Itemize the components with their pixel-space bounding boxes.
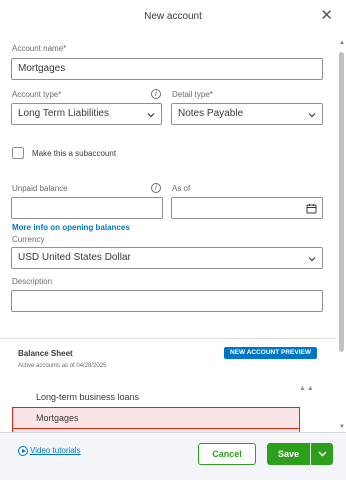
info-icon[interactable]: i <box>151 89 161 99</box>
save-options-button[interactable] <box>311 443 333 465</box>
video-tutorials-link[interactable]: Video tutorials <box>30 446 81 455</box>
as-of-date-input[interactable] <box>171 197 323 219</box>
info-icon[interactable]: i <box>151 183 161 193</box>
scrollbar-thumb[interactable] <box>339 52 344 352</box>
close-icon[interactable]: ✕ <box>320 7 333 25</box>
as-of-label: As of <box>172 184 191 193</box>
currency-label: Currency <box>12 235 45 244</box>
subaccount-label: Make this a subaccount <box>32 149 117 158</box>
account-type-select[interactable]: Long Term Liabilities <box>11 103 162 125</box>
opening-balances-link[interactable]: More info on opening balances <box>12 223 130 232</box>
account-name-label: Account name* <box>12 44 67 53</box>
calendar-icon[interactable] <box>306 203 317 214</box>
new-account-preview-badge: NEW ACCOUNT PREVIEW <box>224 347 317 359</box>
balance-sheet-title: Balance Sheet <box>18 349 73 358</box>
selected-list-item: Mortgages <box>12 407 300 429</box>
currency-select[interactable]: USD United States Dollar <box>11 247 323 269</box>
list-item-label: Mortgages <box>36 413 79 423</box>
currency-value: USD United States Dollar <box>18 252 131 263</box>
description-input[interactable] <box>11 290 323 312</box>
save-button[interactable]: Save <box>267 443 310 465</box>
balance-sheet-subtitle: Active accounts as of 04/28/2025 <box>18 363 107 369</box>
detail-type-label: Detail type* <box>172 90 213 99</box>
play-icon <box>18 446 28 456</box>
account-name-input[interactable]: Mortgages <box>11 58 323 80</box>
detail-type-select[interactable]: Notes Payable <box>171 103 323 125</box>
chevron-down-icon <box>147 113 155 118</box>
scroll-down-arrow[interactable]: ▼ <box>339 424 345 430</box>
dialog-header: New account ✕ <box>0 0 346 36</box>
subaccount-checkbox[interactable] <box>12 147 24 159</box>
collapse-icon[interactable]: ▲▲ <box>299 385 315 392</box>
cancel-button[interactable]: Cancel <box>198 443 256 465</box>
scroll-up-arrow[interactable]: ▲ <box>339 40 345 46</box>
account-type-value: Long Term Liabilities <box>18 108 109 119</box>
chevron-down-icon <box>308 257 316 262</box>
account-type-label: Account type* <box>12 90 62 99</box>
detail-type-value: Notes Payable <box>178 108 244 119</box>
account-name-value: Mortgages <box>18 63 66 74</box>
list-item: Long-term business loans <box>36 392 140 402</box>
section-divider <box>0 338 336 339</box>
chevron-down-icon <box>308 113 316 118</box>
dialog-title: New account <box>144 11 202 22</box>
description-label: Description <box>12 277 53 286</box>
unpaid-balance-label: Unpaid balance <box>12 184 68 193</box>
chevron-down-icon <box>318 451 327 457</box>
unpaid-balance-input[interactable] <box>11 197 163 219</box>
